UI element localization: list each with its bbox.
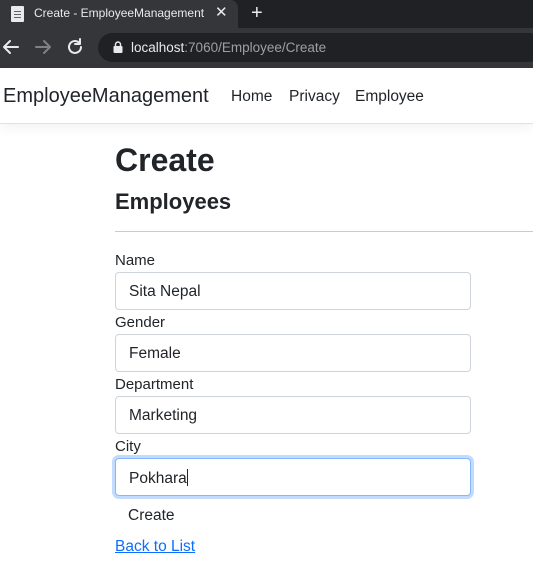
- app-navbar: EmployeeManagement Home Privacy Employee: [0, 68, 533, 124]
- department-label: Department: [115, 376, 194, 393]
- tab-title: Create - EmployeeManagement: [34, 6, 205, 20]
- url-host: localhost: [131, 40, 185, 55]
- city-input-value-wrap: Pokhara: [129, 469, 188, 488]
- name-input[interactable]: Sita Nepal: [115, 272, 471, 310]
- department-input[interactable]: Marketing: [115, 396, 471, 434]
- name-label: Name: [115, 252, 156, 269]
- new-tab-icon[interactable]: +: [251, 1, 263, 25]
- gender-input-value: Female: [129, 345, 181, 362]
- gender-input[interactable]: Female: [115, 334, 471, 372]
- page-favicon-icon: [11, 6, 24, 22]
- text-caret: [186, 469, 188, 486]
- page-subtitle: Employees: [115, 189, 232, 214]
- browser-toolbar: localhost:7060/Employee/Create: [0, 28, 533, 68]
- browser-tab[interactable]: Create - EmployeeManagement ✕: [0, 0, 238, 28]
- page-title: Create: [115, 142, 215, 178]
- city-input[interactable]: Pokhara: [115, 458, 471, 496]
- nav-link-privacy[interactable]: Privacy: [289, 88, 340, 106]
- back-to-list-link[interactable]: Back to List: [115, 538, 195, 556]
- browser-tab-strip: Create - EmployeeManagement ✕ +: [0, 0, 533, 28]
- create-button[interactable]: Create: [115, 505, 187, 527]
- back-arrow-icon[interactable]: [0, 36, 22, 58]
- url-path: :7060/Employee/Create: [184, 40, 327, 55]
- nav-link-home[interactable]: Home: [231, 88, 272, 106]
- forward-arrow-icon[interactable]: [32, 36, 54, 58]
- nav-link-employee[interactable]: Employee: [355, 88, 424, 106]
- brand-link[interactable]: EmployeeManagement: [3, 85, 209, 108]
- gender-label: Gender: [115, 314, 166, 331]
- reload-icon[interactable]: [64, 36, 86, 58]
- name-input-value: Sita Nepal: [129, 283, 201, 300]
- city-label: City: [115, 438, 141, 455]
- url-text: localhost:7060/Employee/Create: [131, 40, 326, 55]
- city-input-value: Pokhara: [129, 470, 187, 487]
- address-bar[interactable]: localhost:7060/Employee/Create: [98, 33, 533, 62]
- close-tab-icon[interactable]: ✕: [215, 3, 228, 23]
- department-input-value: Marketing: [129, 407, 198, 424]
- divider: [115, 231, 533, 232]
- lock-icon[interactable]: [113, 41, 123, 53]
